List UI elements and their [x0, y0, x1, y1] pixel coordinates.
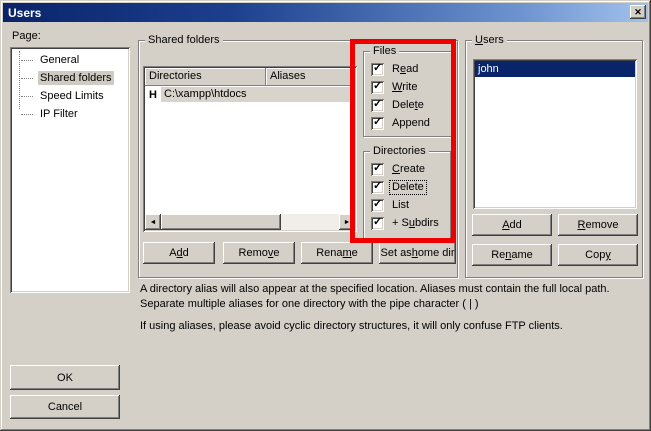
title-bar[interactable]: Users ✕: [3, 3, 648, 22]
remove-user-button[interactable]: Remove: [558, 214, 638, 236]
shared-folder-row[interactable]: H C:\xampp\htdocs: [145, 86, 355, 103]
column-header-aliases[interactable]: Aliases: [266, 68, 355, 86]
scroll-left-icon[interactable]: ◄: [145, 214, 161, 230]
copy-user-button[interactable]: Copy: [558, 244, 638, 266]
page-item-speed-limits[interactable]: Speed Limits: [12, 87, 128, 105]
horizontal-scrollbar[interactable]: ◄ ►: [145, 214, 355, 230]
files-group-label: Files: [370, 44, 399, 58]
alias-notes: A directory alias will also appear at th…: [140, 282, 646, 334]
directory-path: C:\xampp\htdocs: [161, 87, 355, 102]
add-user-button[interactable]: Add: [472, 214, 552, 236]
user-item-john[interactable]: john: [475, 61, 635, 77]
scroll-right-icon[interactable]: ►: [339, 214, 355, 230]
page-item-general[interactable]: General: [12, 51, 128, 69]
checkbox-icon[interactable]: [371, 199, 384, 212]
remove-folder-button[interactable]: Remove: [223, 242, 295, 264]
checkbox-icon[interactable]: [371, 217, 384, 230]
checkbox-icon[interactable]: [371, 81, 384, 94]
users-group-label: Users: [472, 33, 507, 47]
column-header-directories[interactable]: Directories: [145, 68, 266, 86]
shared-folders-group: Shared folders Directories Aliases H C:\…: [138, 40, 458, 278]
checkbox-icon[interactable]: [371, 181, 384, 194]
checkbox-dirs-create[interactable]: Create: [364, 160, 450, 178]
checkbox-files-read[interactable]: Read: [364, 60, 452, 78]
checkbox-dirs-list[interactable]: List: [364, 196, 450, 214]
add-folder-button[interactable]: Add: [143, 242, 215, 264]
directories-permissions-group: Directories Create Delete List + Subdirs: [363, 151, 451, 239]
users-list[interactable]: john: [473, 59, 637, 209]
checkbox-dirs-subdirs[interactable]: + Subdirs: [364, 214, 450, 232]
checkbox-dirs-delete[interactable]: Delete: [364, 178, 450, 196]
checkbox-icon[interactable]: [371, 163, 384, 176]
close-icon[interactable]: ✕: [630, 5, 646, 19]
checkbox-icon[interactable]: [371, 117, 384, 130]
alias-note-2: If using aliases, please avoid cyclic di…: [140, 319, 646, 334]
users-dialog: Users ✕ Page: General Shared folders Spe…: [0, 0, 651, 431]
checkbox-icon[interactable]: [371, 99, 384, 112]
page-item-shared-folders[interactable]: Shared folders: [12, 69, 128, 87]
scrollbar-thumb[interactable]: [161, 214, 281, 230]
directories-group-label: Directories: [370, 144, 429, 158]
page-list[interactable]: General Shared folders Speed Limits IP F…: [10, 47, 130, 293]
files-permissions-group: Files Read Write Delete Append: [363, 51, 453, 137]
page-item-ip-filter[interactable]: IP Filter: [12, 105, 128, 123]
window-title: Users: [8, 6, 41, 20]
rename-user-button[interactable]: Rename: [472, 244, 552, 266]
checkbox-files-write[interactable]: Write: [364, 78, 452, 96]
set-as-home-dir-button[interactable]: Set as home dir: [379, 242, 456, 264]
rename-folder-button[interactable]: Rename: [301, 242, 373, 264]
users-group: Users john Add Remove Rename Copy: [465, 40, 643, 278]
ok-button[interactable]: OK: [10, 365, 120, 390]
home-dir-marker: H: [145, 89, 161, 101]
checkbox-icon[interactable]: [371, 63, 384, 76]
shared-folders-group-label: Shared folders: [145, 33, 223, 47]
shared-folders-list[interactable]: Directories Aliases H C:\xampp\htdocs ◄ …: [143, 66, 357, 232]
list-header: Directories Aliases: [145, 68, 355, 86]
alias-note-1: A directory alias will also appear at th…: [140, 282, 646, 312]
page-label: Page:: [12, 30, 41, 42]
checkbox-files-append[interactable]: Append: [364, 114, 452, 132]
checkbox-files-delete[interactable]: Delete: [364, 96, 452, 114]
cancel-button[interactable]: Cancel: [10, 395, 120, 419]
